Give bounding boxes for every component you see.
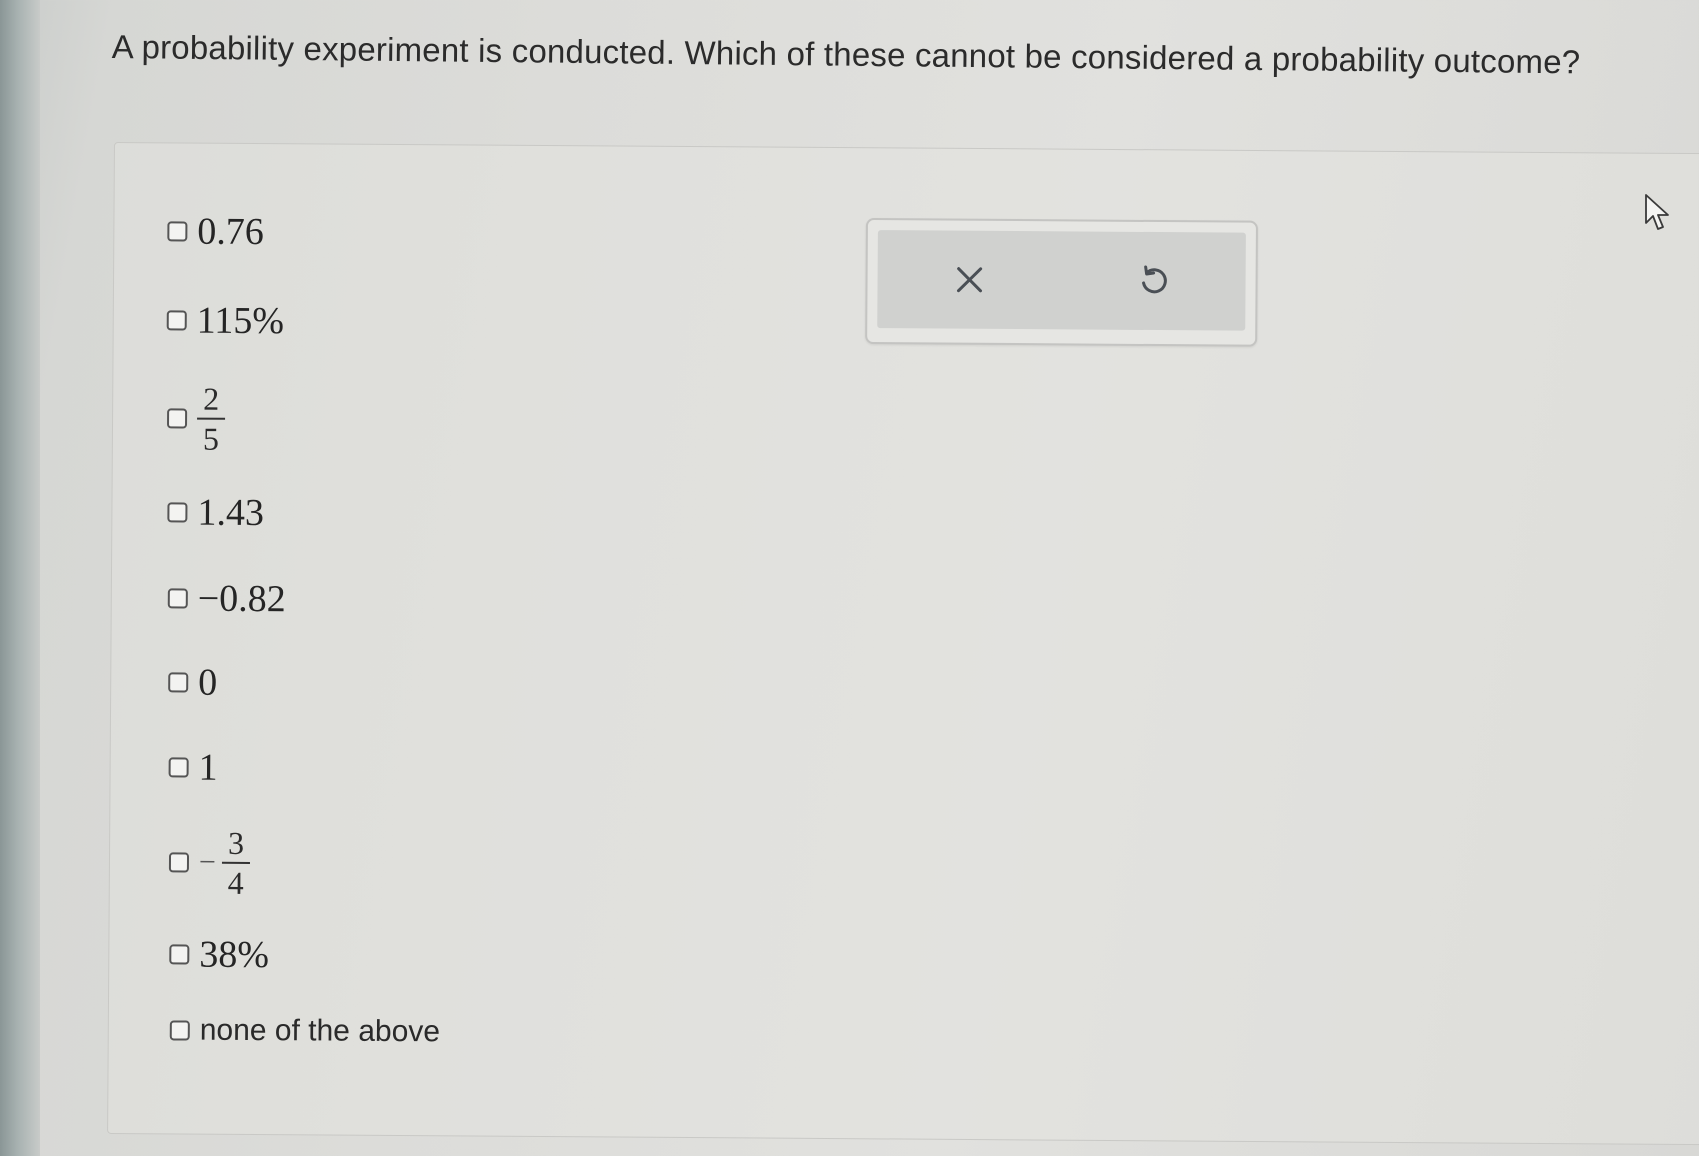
clear-button[interactable] (939, 250, 999, 310)
fraction-bar (197, 417, 226, 420)
option-0[interactable]: 0 (168, 660, 217, 704)
undo-icon (1142, 265, 1167, 294)
option-1-43[interactable]: 1.43 (167, 490, 264, 535)
option-negative-0-82[interactable]: −0.82 (167, 576, 286, 621)
fraction: 3 4 (221, 824, 251, 901)
checkbox[interactable] (168, 757, 189, 778)
checkbox[interactable] (168, 852, 190, 873)
option-label: 0.76 (197, 210, 265, 254)
option-38-percent[interactable]: 38% (169, 932, 269, 977)
fraction-numerator: 2 (203, 380, 220, 417)
option-label: 38% (199, 933, 270, 977)
mouse-pointer-icon (1645, 194, 1669, 230)
checkbox[interactable] (167, 221, 188, 242)
screen-left-edge (0, 0, 40, 1156)
checkbox[interactable] (169, 1020, 190, 1041)
fraction: 2 5 (197, 380, 226, 457)
option-label: none of the above (199, 1013, 441, 1049)
option-none-of-the-above[interactable]: none of the above (169, 1013, 441, 1049)
option-label: −0.82 (197, 577, 286, 621)
option-label: 1.43 (197, 491, 265, 535)
fraction-bar (221, 861, 250, 864)
checkbox[interactable] (169, 944, 190, 965)
option-label: 0 (198, 661, 218, 704)
option-0-76[interactable]: 0.76 (167, 209, 264, 254)
option-negative-3-over-4[interactable]: − 3 4 (168, 824, 251, 901)
answer-toolbar (865, 218, 1258, 347)
undo-button[interactable] (1123, 251, 1183, 311)
fraction-denominator: 4 (227, 864, 244, 901)
option-1[interactable]: 1 (168, 745, 218, 789)
question-text: A probability experiment is conducted. W… (111, 28, 1581, 81)
fraction-numerator: 3 (227, 824, 245, 861)
checkbox[interactable] (167, 588, 188, 609)
negative-sign: − (198, 845, 217, 879)
option-2-over-5[interactable]: 2 5 (167, 380, 226, 457)
option-label: 115% (196, 299, 285, 343)
checkbox[interactable] (167, 408, 188, 429)
toolbar-inner (877, 230, 1246, 331)
option-label: 1 (198, 746, 218, 789)
close-icon (956, 267, 983, 293)
checkbox[interactable] (166, 310, 187, 331)
checkbox[interactable] (168, 672, 189, 693)
fraction-denominator: 5 (202, 420, 220, 457)
option-115-percent[interactable]: 115% (166, 298, 285, 343)
checkbox[interactable] (167, 502, 188, 523)
